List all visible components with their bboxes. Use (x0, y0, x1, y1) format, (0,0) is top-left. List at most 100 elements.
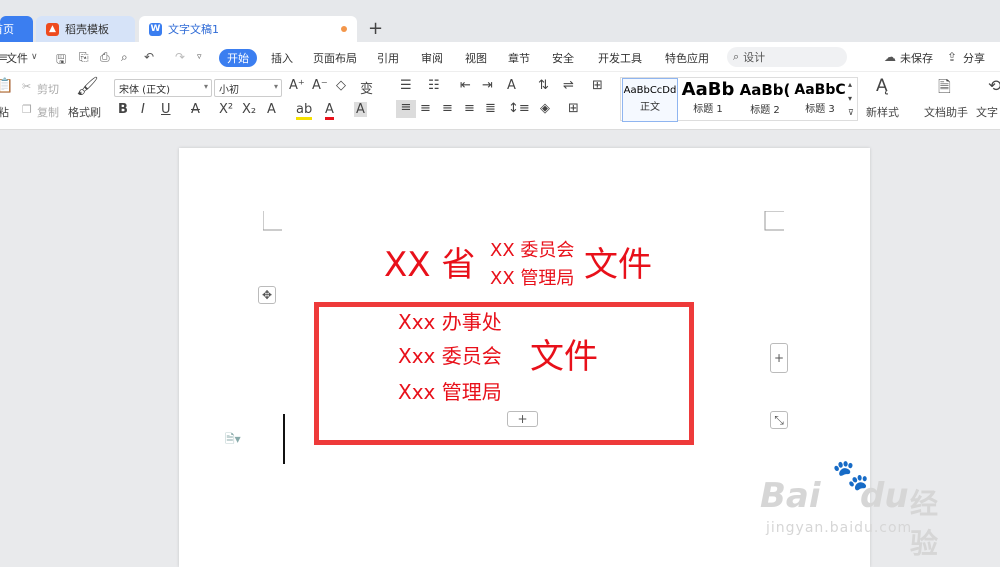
tab-home[interactable]: 首页 (0, 16, 33, 42)
menu-security[interactable]: 安全 (552, 50, 574, 66)
menu-chapter[interactable]: 章节 (508, 50, 530, 66)
increase-indent-icon[interactable]: ⇥ (482, 78, 493, 93)
paste-icon[interactable]: 📋 (0, 78, 13, 94)
style-normal[interactable]: AaBbCcDd 正文 (622, 78, 678, 122)
bullet-list-icon[interactable]: ☰ (400, 78, 412, 93)
align-left-button[interactable]: ≡ (396, 100, 416, 118)
show-marks-icon[interactable]: ⇌ (563, 78, 574, 93)
highlight-icon[interactable]: ab (296, 102, 313, 120)
gallery-expand-icon[interactable]: ⊽ (848, 108, 854, 117)
header-province: XX 省 (384, 245, 476, 285)
numbered-list-icon[interactable]: ☷ (428, 78, 440, 93)
tab-document-label: 文字文稿1 (168, 23, 219, 36)
style-heading-3[interactable]: AaBbC 标题 3 (793, 78, 847, 122)
align-right-button[interactable]: ≡ (442, 101, 453, 116)
justify-button[interactable]: ≡ (464, 101, 475, 116)
bold-button[interactable]: B (118, 102, 128, 117)
chinese-layout-icon[interactable]: A (507, 78, 516, 93)
menu-features[interactable]: 特色应用 (665, 50, 709, 66)
cloud-icon[interactable]: ☁ (884, 50, 896, 64)
quick-access-more-icon[interactable]: ▿ (197, 52, 202, 62)
style-normal-name: 正文 (640, 102, 660, 113)
doc-helper-button[interactable]: 文档助手 (924, 104, 968, 120)
chevron-down-icon[interactable]: ∨ (31, 52, 38, 62)
share-button[interactable]: 分享 (963, 50, 985, 66)
italic-button[interactable]: I (141, 102, 145, 117)
copy-button[interactable]: 复制 (37, 104, 59, 120)
style-heading-2-sample: AaBb( (739, 81, 791, 99)
gallery-scroll-up-icon[interactable]: ▴ (848, 80, 852, 89)
menu-page-layout[interactable]: 页面布局 (313, 50, 357, 66)
doc-helper-icon[interactable]: 🗎 (938, 76, 951, 103)
search-box[interactable]: ⌕ 设计 (727, 47, 847, 67)
text-effect-icon[interactable]: A (267, 102, 276, 117)
font-size-value: 小初 (219, 84, 239, 96)
subscript-button[interactable]: X₂ (242, 102, 256, 117)
line-spacing-icon[interactable]: ↕≡ (508, 101, 530, 116)
font-size-combo[interactable]: 小初 ▾ (214, 79, 282, 97)
export-icon[interactable]: ⎘ (79, 50, 89, 65)
style-heading-2[interactable]: AaBb( 标题 2 (737, 78, 793, 122)
sort-icon[interactable]: ⇅ (538, 78, 549, 93)
borders-icon[interactable]: ⊞ (568, 101, 579, 116)
style-heading-1-name: 标题 1 (693, 104, 723, 115)
font-name-value: 宋体 (正文) (119, 84, 170, 96)
unsaved-dot-icon (341, 26, 347, 32)
new-style-icon[interactable]: Ą (876, 76, 888, 96)
menu-developer[interactable]: 开发工具 (598, 50, 642, 66)
style-heading-1[interactable]: AaBb 标题 1 (679, 78, 737, 122)
share-icon[interactable]: ⇪ (947, 50, 957, 64)
format-painter-button[interactable]: 格式刷 (68, 104, 101, 120)
style-heading-2-name: 标题 2 (750, 105, 780, 116)
new-tab-button[interactable]: + (368, 18, 383, 39)
menu-review[interactable]: 审阅 (421, 50, 443, 66)
underline-button[interactable]: U (161, 102, 171, 117)
redo-icon[interactable]: ↷ (175, 50, 185, 64)
style-normal-sample: AaBbCcDd (623, 85, 677, 96)
save-icon[interactable]: 🖫 (56, 50, 66, 71)
add-column-button[interactable]: + (770, 343, 788, 373)
table-resize-handle-icon[interactable]: ⤡ (770, 411, 788, 429)
character-shading-icon[interactable]: A (354, 102, 367, 117)
new-style-button[interactable]: 新样式 (866, 104, 899, 120)
font-color-icon[interactable]: A (325, 102, 334, 120)
menu-file[interactable]: 文件 (6, 50, 28, 66)
print-preview-icon[interactable]: ⌕ (121, 50, 128, 65)
table-move-handle-icon[interactable]: ✥ (258, 286, 276, 304)
undo-icon[interactable]: ↶ (144, 50, 154, 64)
shrink-font-icon[interactable]: A⁻ (312, 78, 328, 93)
align-center-button[interactable]: ≡ (420, 101, 431, 116)
cut-icon[interactable]: ✂ (22, 80, 31, 93)
decrease-indent-icon[interactable]: ⇤ (460, 78, 471, 93)
watermark-cn: 经验 (910, 487, 939, 560)
table-border-icon[interactable]: ⊞ (592, 78, 603, 93)
unsaved-status[interactable]: 未保存 (900, 50, 933, 66)
text-tool-icon[interactable]: ⟲ (988, 76, 1000, 95)
menu-references[interactable]: 引用 (377, 50, 399, 66)
shading-icon[interactable]: ◈ (540, 101, 550, 116)
text-tool-button[interactable]: 文字 (976, 104, 998, 120)
paragraph-options-icon[interactable]: 🗎▾ (225, 430, 241, 451)
print-icon[interactable]: ⎙ (100, 50, 110, 65)
menu-view[interactable]: 视图 (465, 50, 487, 66)
tab-template[interactable]: ▲ 稻壳模板 (36, 16, 135, 42)
add-row-button[interactable]: + (507, 411, 538, 427)
ribbon-toolbar: 📋 粘 ✂ 剪切 ❐ 复制 🖌 格式刷 宋体 (正文) ▾ 小初 ▾ A⁺ A⁻… (0, 72, 1000, 130)
superscript-button[interactable]: X² (219, 102, 233, 117)
phonetic-guide-icon[interactable]: 变 (360, 78, 373, 97)
distributed-button[interactable]: ≣ (485, 101, 496, 116)
strikethrough-button[interactable]: A (191, 102, 200, 117)
clear-format-icon[interactable]: ◇ (336, 78, 346, 93)
docer-logo-icon: ▲ (46, 22, 59, 36)
tab-document[interactable]: W 文字文稿1 (139, 16, 357, 42)
menu-insert[interactable]: 插入 (271, 50, 293, 66)
format-painter-icon[interactable]: 🖌 (76, 76, 99, 97)
copy-icon[interactable]: ❐ (22, 103, 32, 116)
cut-button[interactable]: 剪切 (37, 81, 59, 97)
gallery-scroll-down-icon[interactable]: ▾ (848, 94, 852, 103)
chevron-down-icon: ▾ (273, 82, 278, 91)
menu-home[interactable]: 开始 (219, 49, 257, 67)
grow-font-icon[interactable]: A⁺ (289, 78, 305, 93)
font-name-combo[interactable]: 宋体 (正文) ▾ (114, 79, 212, 97)
paste-label[interactable]: 粘 (0, 104, 9, 120)
